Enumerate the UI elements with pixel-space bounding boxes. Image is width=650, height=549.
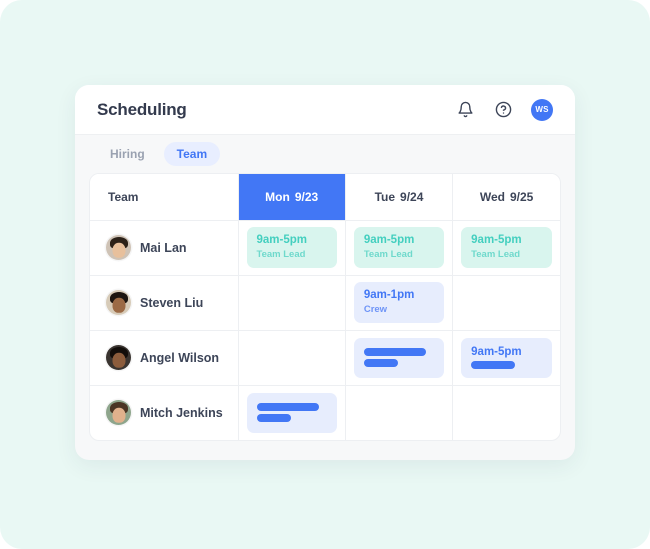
column-header-tue[interactable]: Tue 9/24 — [345, 174, 454, 221]
shift-chip-placeholder[interactable] — [246, 392, 337, 433]
shift-time: 9am-1pm — [363, 289, 415, 302]
shift-cell[interactable]: 9am-5pm — [452, 330, 560, 386]
employee-cell[interactable]: Steven Liu — [90, 275, 239, 331]
column-header-tue-day: Tue — [374, 189, 396, 204]
shift-cell[interactable] — [345, 330, 454, 386]
avatar — [106, 345, 131, 370]
avatar — [106, 235, 131, 260]
employee-name: Angel Wilson — [140, 350, 220, 365]
avatar — [106, 290, 131, 315]
person: Steven Liu — [106, 290, 230, 315]
column-header-mon-day: Mon — [265, 189, 290, 204]
shift-role: Crew — [363, 304, 388, 316]
table-row: Angel Wilson 9am-5pm — [90, 330, 560, 386]
shift-cell-empty[interactable] — [345, 385, 454, 440]
shift-cell-empty[interactable] — [238, 330, 346, 386]
shift-time: 9am-5pm — [256, 234, 308, 247]
employee-cell[interactable]: Angel Wilson — [90, 330, 239, 386]
shift-cell[interactable]: 9am-1pm Crew — [345, 275, 454, 331]
tab-bar: Hiring Team — [75, 135, 575, 173]
page-title: Scheduling — [97, 99, 187, 119]
tab-hiring[interactable]: Hiring — [97, 142, 158, 166]
employee-name: Steven Liu — [140, 295, 204, 310]
header-actions: WS — [455, 98, 553, 121]
placeholder-bar — [471, 361, 516, 370]
schedule-table: Team Mon 9/23 Tue 9/24 Wed 9/25 Mai Lan … — [89, 173, 561, 441]
shift-time: 9am-5pm — [363, 234, 415, 247]
avatar — [106, 400, 131, 426]
shift-cell-empty[interactable] — [453, 385, 560, 440]
help-icon[interactable] — [493, 100, 513, 120]
shift-cell[interactable]: 9am-5pm Team Lead — [345, 220, 454, 276]
tab-team[interactable]: Team — [163, 142, 221, 166]
table-row: Steven Liu 9am-1pm Crew — [90, 275, 560, 331]
column-header-tue-date: 9/24 — [400, 189, 424, 204]
employee-name: Mai Lan — [140, 240, 187, 255]
scheduling-card: Scheduling WS Hiring Team Team Mon 9/23 … — [75, 85, 575, 460]
placeholder-bar — [363, 348, 426, 356]
person: Mitch Jenkins — [106, 400, 230, 426]
shift-chip[interactable]: 9am-5pm Team Lead — [353, 227, 445, 268]
shift-cell[interactable]: 9am-5pm Team Lead — [452, 220, 560, 276]
column-header-mon[interactable]: Mon 9/23 — [238, 174, 346, 221]
app-canvas: Scheduling WS Hiring Team Team Mon 9/23 … — [0, 0, 650, 549]
shift-role: Team Lead — [363, 249, 413, 261]
employee-cell[interactable]: Mitch Jenkins — [90, 385, 239, 440]
column-header-wed-date: 9/25 — [509, 189, 534, 204]
shift-cell[interactable] — [238, 385, 346, 440]
shift-chip[interactable]: 9am-5pm — [461, 337, 552, 378]
column-header-team: Team — [90, 174, 239, 221]
person: Angel Wilson — [106, 345, 230, 370]
employee-name: Mitch Jenkins — [140, 405, 223, 420]
shift-time: 9am-5pm — [471, 234, 522, 247]
shift-time: 9am-5pm — [471, 345, 522, 358]
placeholder-bar — [256, 403, 319, 412]
shift-chip[interactable]: 9am-1pm Crew — [353, 282, 445, 323]
card-header: Scheduling WS — [75, 85, 575, 135]
person: Mai Lan — [106, 235, 230, 260]
shift-role: Team Lead — [256, 249, 306, 261]
column-header-wed[interactable]: Wed 9/25 — [452, 174, 560, 221]
column-header-mon-date: 9/23 — [294, 189, 319, 204]
table-row: Mitch Jenkins — [90, 385, 560, 440]
employee-cell[interactable]: Mai Lan — [90, 220, 239, 276]
placeholder-bar — [363, 359, 398, 367]
shift-role: Team Lead — [471, 249, 521, 261]
shift-cell-empty[interactable] — [238, 275, 346, 331]
table-row: Mai Lan 9am-5pm Team Lead 9am-5pm Team L… — [90, 220, 560, 276]
shift-chip[interactable]: 9am-5pm Team Lead — [246, 227, 337, 268]
shift-cell[interactable]: 9am-5pm Team Lead — [238, 220, 346, 276]
placeholder-bar — [256, 414, 291, 423]
column-header-wed-day: Wed — [479, 189, 505, 204]
shift-chip-placeholder[interactable] — [353, 337, 445, 378]
bell-icon[interactable] — [455, 100, 475, 120]
avatar[interactable]: WS — [531, 98, 553, 121]
shift-cell-empty[interactable] — [452, 275, 560, 331]
table-header-row: Team Mon 9/23 Tue 9/24 Wed 9/25 — [90, 174, 560, 221]
shift-chip[interactable]: 9am-5pm Team Lead — [461, 227, 552, 268]
